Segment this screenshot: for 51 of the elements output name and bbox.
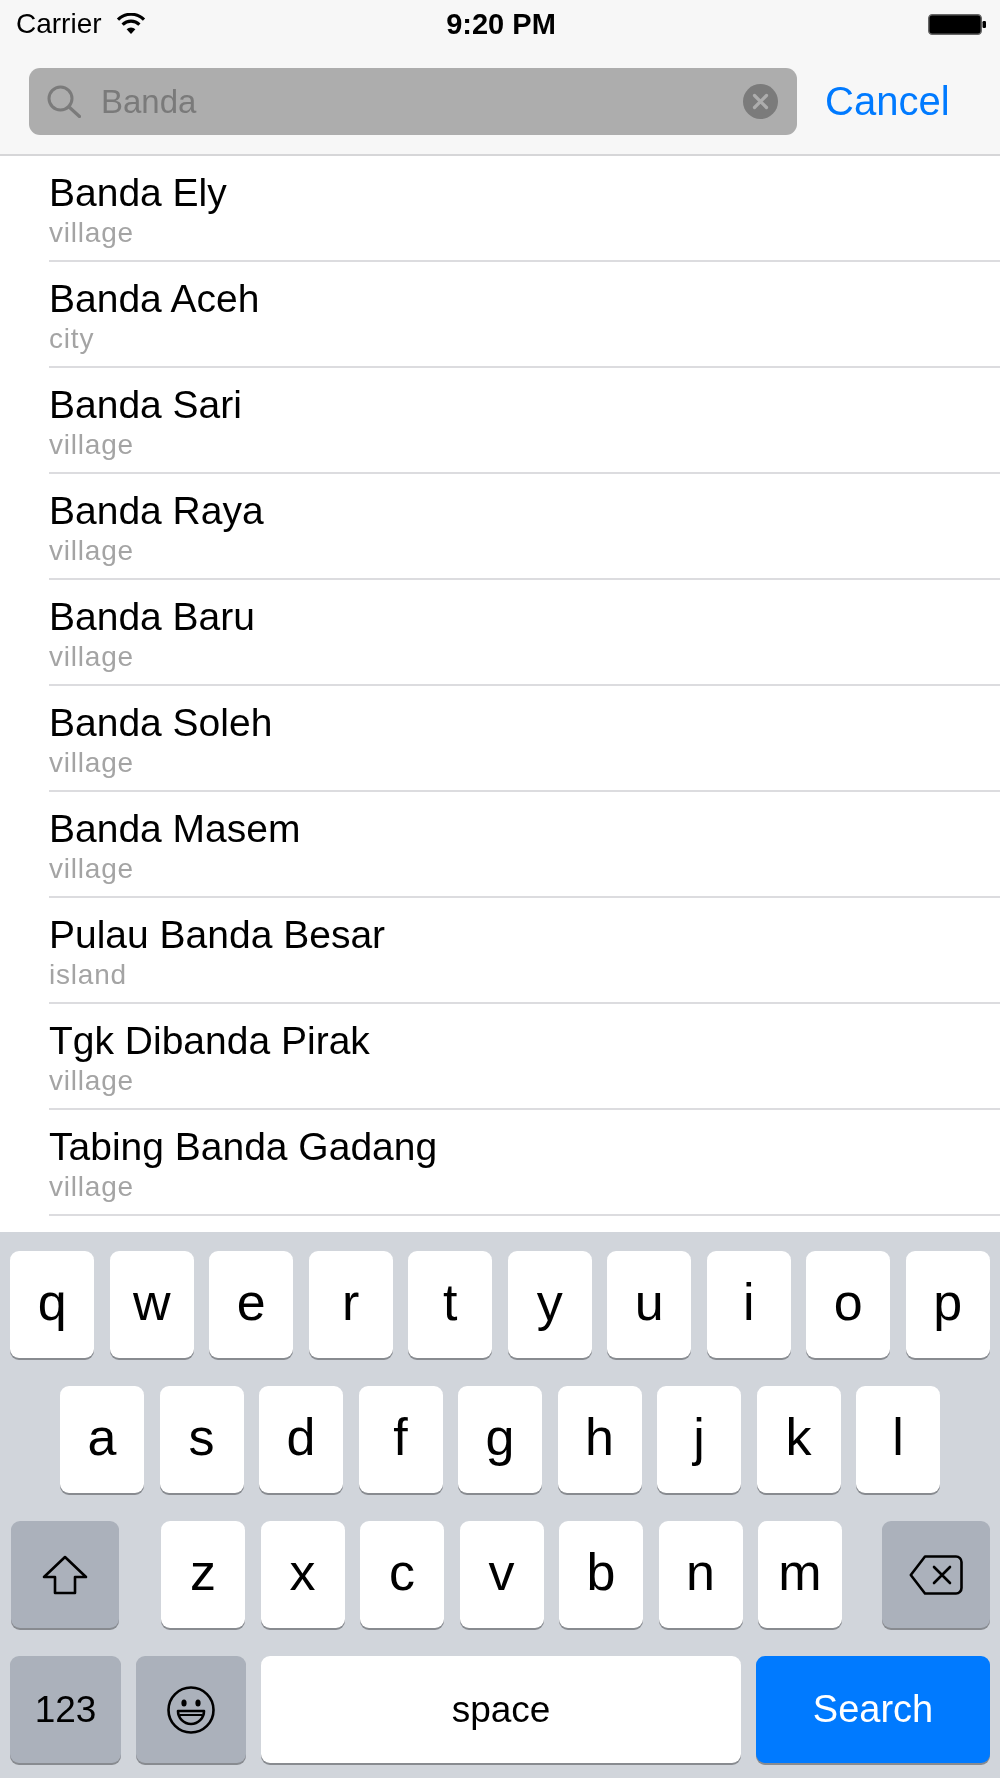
result-item[interactable]: Tgk Dibanda Pirak village	[49, 1004, 1000, 1110]
result-item[interactable]: Banda Baru village	[49, 580, 1000, 686]
search-key[interactable]: Search	[756, 1656, 990, 1763]
shift-key[interactable]	[10, 1521, 119, 1628]
search-icon	[47, 85, 81, 118]
letter-key[interactable]: e	[209, 1251, 294, 1358]
letter-key[interactable]: u	[607, 1251, 692, 1358]
letter-key[interactable]: h	[557, 1386, 642, 1493]
letter-key[interactable]: p	[905, 1251, 990, 1358]
letter-key[interactable]: g	[458, 1386, 542, 1493]
result-item[interactable]: Banda Masem village	[49, 792, 1000, 898]
letter-key[interactable]: r	[308, 1251, 393, 1358]
result-item[interactable]: Pulau Banda Besar island	[49, 898, 1000, 1004]
letter-key[interactable]: v	[459, 1521, 544, 1628]
space-key[interactable]: space	[261, 1656, 741, 1763]
backspace-icon	[908, 1554, 963, 1595]
letter-key[interactable]: s	[159, 1386, 244, 1493]
result-item[interactable]: Banda Aceh city	[49, 262, 1000, 368]
emoji-key[interactable]	[136, 1656, 246, 1763]
letter-key[interactable]: y	[507, 1251, 592, 1358]
wifi-icon	[115, 13, 146, 35]
letter-key[interactable]: o	[806, 1251, 891, 1358]
letter-key[interactable]: i	[706, 1251, 791, 1358]
letter-key[interactable]: f	[358, 1386, 443, 1493]
delete-key[interactable]	[881, 1521, 990, 1628]
result-item[interactable]: Tabing Banda Gadang village	[49, 1110, 1000, 1216]
letter-key[interactable]: b	[559, 1521, 643, 1628]
cancel-button[interactable]: Cancel	[825, 79, 950, 124]
smiley-icon	[167, 1685, 215, 1734]
letter-key[interactable]: c	[360, 1521, 444, 1628]
letter-key[interactable]: q	[10, 1251, 95, 1358]
result-item[interactable]: Banda Soleh village	[49, 686, 1000, 792]
letter-key[interactable]: l	[856, 1386, 940, 1493]
letter-key[interactable]: x	[260, 1521, 345, 1628]
letter-key[interactable]: m	[758, 1521, 842, 1628]
carrier-label: Carrier	[16, 8, 102, 40]
result-item[interactable]: Banda Ely village	[49, 156, 1000, 262]
letter-key[interactable]: t	[408, 1251, 493, 1358]
result-item[interactable]: Banda Sari village	[49, 368, 1000, 474]
status-time: 9:20 PM	[446, 7, 556, 41]
numbers-key[interactable]: 123	[10, 1656, 121, 1763]
result-item[interactable]: Banda Raya village	[49, 474, 1000, 580]
battery-icon	[928, 13, 986, 35]
letter-key[interactable]: a	[60, 1386, 144, 1493]
letter-key[interactable]: z	[161, 1521, 245, 1628]
letter-key[interactable]: w	[109, 1251, 194, 1358]
letter-key[interactable]: j	[657, 1386, 741, 1493]
letter-key[interactable]: d	[259, 1386, 343, 1493]
letter-key[interactable]: k	[756, 1386, 841, 1493]
up-arrow-icon	[40, 1554, 89, 1595]
letter-key[interactable]: n	[658, 1521, 743, 1628]
